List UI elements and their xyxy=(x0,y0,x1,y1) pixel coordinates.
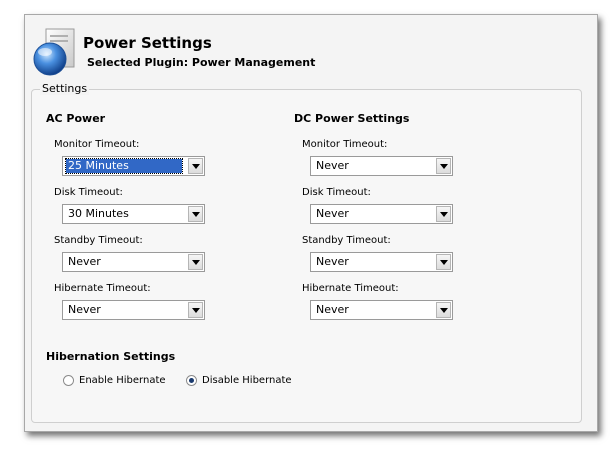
chevron-down-icon[interactable] xyxy=(436,302,451,318)
dc-disk-timeout-select[interactable]: Never xyxy=(310,204,453,224)
ac-standby-timeout-label: Standby Timeout: xyxy=(54,235,143,246)
hibernation-settings-title: Hibernation Settings xyxy=(46,350,176,363)
enable-hibernate-label: Enable Hibernate xyxy=(79,375,166,386)
dc-monitor-timeout-value: Never xyxy=(316,159,349,172)
dc-standby-timeout-value: Never xyxy=(316,255,349,268)
chevron-down-icon[interactable] xyxy=(188,254,203,270)
settings-legend: Settings xyxy=(40,82,90,95)
radio-unchecked-icon[interactable] xyxy=(63,375,74,386)
chevron-down-icon[interactable] xyxy=(436,254,451,270)
chevron-down-icon[interactable] xyxy=(436,206,451,222)
disable-hibernate-label: Disable Hibernate xyxy=(202,375,292,386)
dc-hibernate-timeout-label: Hibernate Timeout: xyxy=(302,283,399,294)
selected-plugin-label: Selected Plugin: Power Management xyxy=(87,56,316,69)
dc-disk-timeout-label: Disk Timeout: xyxy=(302,187,371,198)
dc-disk-timeout-value: Never xyxy=(316,207,349,220)
dc-power-title: DC Power Settings xyxy=(294,112,410,125)
disable-hibernate-radio[interactable]: Disable Hibernate xyxy=(186,375,292,386)
chevron-down-icon[interactable] xyxy=(188,206,203,222)
ac-standby-timeout-select[interactable]: Never xyxy=(62,252,205,272)
ac-monitor-timeout-value: 25 Minutes xyxy=(65,158,183,174)
dc-monitor-timeout-select[interactable]: Never xyxy=(310,156,453,176)
ac-hibernate-timeout-value: Never xyxy=(68,303,101,316)
dc-hibernate-timeout-select[interactable]: Never xyxy=(310,300,453,320)
chevron-down-icon[interactable] xyxy=(188,302,203,318)
page-title: Power Settings xyxy=(83,34,212,52)
ac-monitor-timeout-select[interactable]: 25 Minutes xyxy=(62,156,205,176)
chevron-down-icon[interactable] xyxy=(188,158,203,174)
dc-monitor-timeout-label: Monitor Timeout: xyxy=(302,139,388,150)
dc-standby-timeout-label: Standby Timeout: xyxy=(302,235,391,246)
dc-hibernate-timeout-value: Never xyxy=(316,303,349,316)
dc-standby-timeout-select[interactable]: Never xyxy=(310,252,453,272)
chevron-down-icon[interactable] xyxy=(436,158,451,174)
ac-hibernate-timeout-select[interactable]: Never xyxy=(62,300,205,320)
settings-groupbox: Settings AC Power Monitor Timeout: 25 Mi… xyxy=(31,82,582,423)
ac-disk-timeout-select[interactable]: 30 Minutes xyxy=(62,204,205,224)
ac-disk-timeout-label: Disk Timeout: xyxy=(54,187,123,198)
ac-power-title: AC Power xyxy=(46,112,106,125)
ac-standby-timeout-value: Never xyxy=(68,255,101,268)
enable-hibernate-radio[interactable]: Enable Hibernate xyxy=(63,375,166,386)
radio-checked-icon[interactable] xyxy=(186,375,197,386)
power-globe-icon xyxy=(32,27,78,77)
power-settings-window: Power Settings Selected Plugin: Power Ma… xyxy=(24,14,598,432)
ac-hibernate-timeout-label: Hibernate Timeout: xyxy=(54,283,151,294)
ac-disk-timeout-value: 30 Minutes xyxy=(68,207,129,220)
ac-monitor-timeout-label: Monitor Timeout: xyxy=(54,139,140,150)
